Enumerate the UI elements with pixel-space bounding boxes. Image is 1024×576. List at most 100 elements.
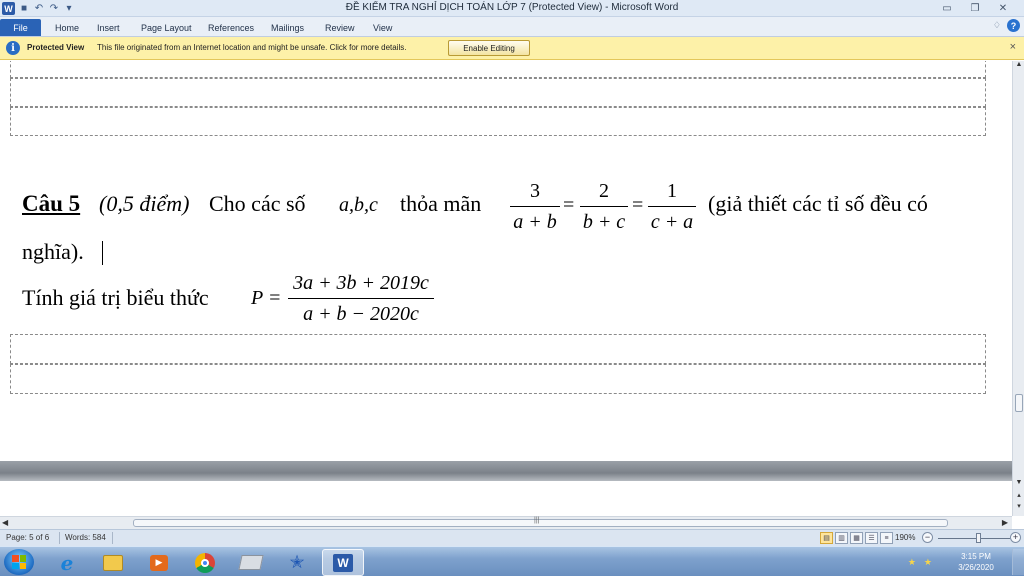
fraction-3-over-a-plus-b: 3 a + b bbox=[510, 178, 560, 235]
page-break-gap bbox=[0, 461, 1012, 481]
internet-explorer-icon: e bbox=[60, 550, 74, 575]
tray-notification-icon[interactable]: ★ bbox=[908, 557, 916, 568]
full-screen-reading-icon[interactable]: ▥ bbox=[835, 532, 848, 544]
zoom-slider-thumb[interactable] bbox=[976, 533, 981, 543]
tab-references[interactable]: References bbox=[208, 19, 254, 36]
scroll-right-icon[interactable]: ▶ bbox=[1002, 518, 1008, 527]
help-icon[interactable]: ? bbox=[1007, 19, 1020, 32]
fraction-denominator: b + c bbox=[582, 211, 626, 233]
tab-review[interactable]: Review bbox=[325, 19, 355, 36]
protected-view-bar: i Protected View This file originated fr… bbox=[0, 37, 1024, 60]
minimize-icon[interactable]: ▭ bbox=[934, 1, 960, 15]
tab-page-layout[interactable]: Page Layout bbox=[141, 19, 192, 36]
document-canvas[interactable]: Câu 5 (0,5 điểm) Cho các số a,b,c thỏa m… bbox=[0, 61, 1012, 516]
show-desktop-button[interactable] bbox=[1012, 549, 1024, 575]
start-button[interactable] bbox=[4, 549, 34, 575]
vertical-scroll-thumb[interactable] bbox=[1015, 394, 1023, 412]
question-line-3: Tính giá trị biểu thức bbox=[22, 285, 209, 310]
window-title: ĐỀ KIỂM TRA NGHỈ DỊCH TOÁN LỚP 7 (Protec… bbox=[345, 2, 679, 13]
question-line-2: nghĩa). bbox=[22, 239, 84, 264]
clock-time: 3:15 PM bbox=[961, 552, 991, 561]
status-divider bbox=[112, 532, 113, 544]
table-cell[interactable] bbox=[10, 364, 986, 394]
zoom-slider-track[interactable] bbox=[938, 538, 1010, 539]
taskbar-app[interactable] bbox=[230, 549, 272, 576]
table-cell[interactable] bbox=[10, 107, 986, 136]
equals-sign: = bbox=[632, 194, 644, 216]
window-controls: ▭ ❐ ✕ bbox=[934, 1, 1016, 15]
page-counter[interactable]: Page: 5 of 6 bbox=[6, 533, 49, 542]
table-cell[interactable] bbox=[10, 334, 986, 364]
question-label: Câu 5 bbox=[22, 191, 81, 216]
clock-date: 3/26/2020 bbox=[958, 563, 994, 572]
fraction-denominator: a + b bbox=[513, 211, 557, 233]
vertical-scrollbar[interactable]: ▲ ▼ ▴ ▾ bbox=[1012, 61, 1024, 516]
fraction-numerator: 3 bbox=[530, 180, 540, 202]
folder-icon bbox=[103, 554, 123, 571]
title-bar: W ■ ↶ ↷ ▾ ĐỀ KIỂM TRA NGHỈ DỊCH TOÁN LỚP… bbox=[0, 0, 1024, 17]
enable-editing-button[interactable]: Enable Editing bbox=[448, 40, 530, 56]
taskbar-word[interactable]: W bbox=[322, 549, 364, 576]
ribbon-help-area: ♢ ? bbox=[993, 19, 1020, 32]
info-icon: i bbox=[6, 41, 20, 55]
zoom-level[interactable]: 190% bbox=[895, 533, 915, 542]
close-message-bar-icon[interactable]: × bbox=[1010, 41, 1016, 53]
tab-view[interactable]: View bbox=[373, 19, 392, 36]
close-icon[interactable]: ✕ bbox=[990, 1, 1016, 15]
clock[interactable]: 3:15 PM 3/26/2020 bbox=[940, 551, 1012, 573]
draft-icon[interactable]: ≡ bbox=[880, 532, 893, 544]
document-app-icon bbox=[238, 555, 264, 570]
variables-abc: a,b,c bbox=[339, 194, 378, 216]
tab-home[interactable]: Home bbox=[55, 19, 79, 36]
expression-numerator: 3a + 3b + 2019c bbox=[293, 272, 429, 294]
web-layout-icon[interactable]: ▦ bbox=[850, 532, 863, 544]
grip-icon: ||| bbox=[534, 517, 540, 524]
status-bar: Page: 5 of 6 Words: 584 ▤ ▥ ▦ ☰ ≡ 190% −… bbox=[0, 529, 1024, 546]
equals-sign: = bbox=[563, 194, 575, 216]
taskbar-internet-explorer[interactable]: e bbox=[46, 549, 88, 576]
restore-icon[interactable]: ❐ bbox=[962, 1, 988, 15]
scroll-up-icon[interactable]: ▲ bbox=[1013, 61, 1024, 71]
word-count[interactable]: Words: 584 bbox=[65, 533, 106, 542]
question-intro: Cho các số bbox=[209, 191, 306, 216]
expression-fraction: 3a + 3b + 2019c a + b − 2020c bbox=[288, 270, 434, 327]
taskbar-media-player[interactable]: ▶ bbox=[138, 549, 180, 576]
tab-insert[interactable]: Insert bbox=[97, 19, 120, 36]
scroll-left-icon[interactable]: ◀ bbox=[2, 518, 8, 527]
tray-notification-icon[interactable]: ★ bbox=[924, 557, 932, 568]
taskbar-app[interactable]: ✭ bbox=[276, 549, 318, 576]
zoom-in-icon[interactable]: + bbox=[1010, 532, 1021, 543]
fraction-bar bbox=[510, 206, 560, 207]
horizontal-scroll-thumb[interactable]: ||| bbox=[133, 517, 948, 527]
scroll-down-icon[interactable]: ▼ bbox=[1013, 479, 1024, 489]
taskbar-chrome[interactable] bbox=[184, 549, 226, 576]
minimize-ribbon-icon[interactable]: ♢ bbox=[993, 20, 1001, 31]
question-points: (0,5 điểm) bbox=[99, 191, 190, 216]
outline-icon[interactable]: ☰ bbox=[865, 532, 878, 544]
view-shortcuts: ▤ ▥ ▦ ☰ ≡ bbox=[820, 532, 893, 544]
horizontal-scrollbar[interactable]: ◀ ||| ▶ bbox=[0, 516, 1012, 529]
protected-view-title: Protected View bbox=[27, 43, 85, 52]
fraction-numerator: 2 bbox=[599, 180, 609, 202]
print-layout-icon[interactable]: ▤ bbox=[820, 532, 833, 544]
text-cursor bbox=[102, 241, 103, 265]
tab-mailings[interactable]: Mailings bbox=[271, 19, 304, 36]
previous-page-icon[interactable]: ▴ bbox=[1013, 491, 1024, 501]
fraction-numerator: 1 bbox=[667, 180, 677, 202]
zoom-out-icon[interactable]: − bbox=[922, 532, 933, 543]
tab-file[interactable]: File bbox=[0, 19, 41, 36]
windows-logo-icon bbox=[12, 555, 26, 569]
protected-view-message[interactable]: This file originated from an Internet lo… bbox=[97, 43, 407, 52]
system-tray: ★ ★ 3:15 PM 3/26/2020 bbox=[908, 549, 1024, 575]
expression-denominator: a + b − 2020c bbox=[303, 303, 419, 325]
media-player-icon: ▶ bbox=[150, 554, 168, 571]
table-cell[interactable] bbox=[10, 78, 986, 107]
windows-taskbar: e ▶ ✭ W ★ ★ 3:15 PM 3/26/2020 bbox=[0, 546, 1024, 576]
taskbar-file-explorer[interactable] bbox=[92, 549, 134, 576]
fraction-2-over-b-plus-c: 2 b + c bbox=[580, 178, 628, 235]
satisfy-text: thỏa mãn bbox=[400, 191, 482, 216]
table-cell[interactable] bbox=[10, 61, 986, 78]
status-divider bbox=[59, 532, 60, 544]
next-page-icon[interactable]: ▾ bbox=[1013, 502, 1024, 512]
word-icon: W bbox=[333, 553, 353, 572]
